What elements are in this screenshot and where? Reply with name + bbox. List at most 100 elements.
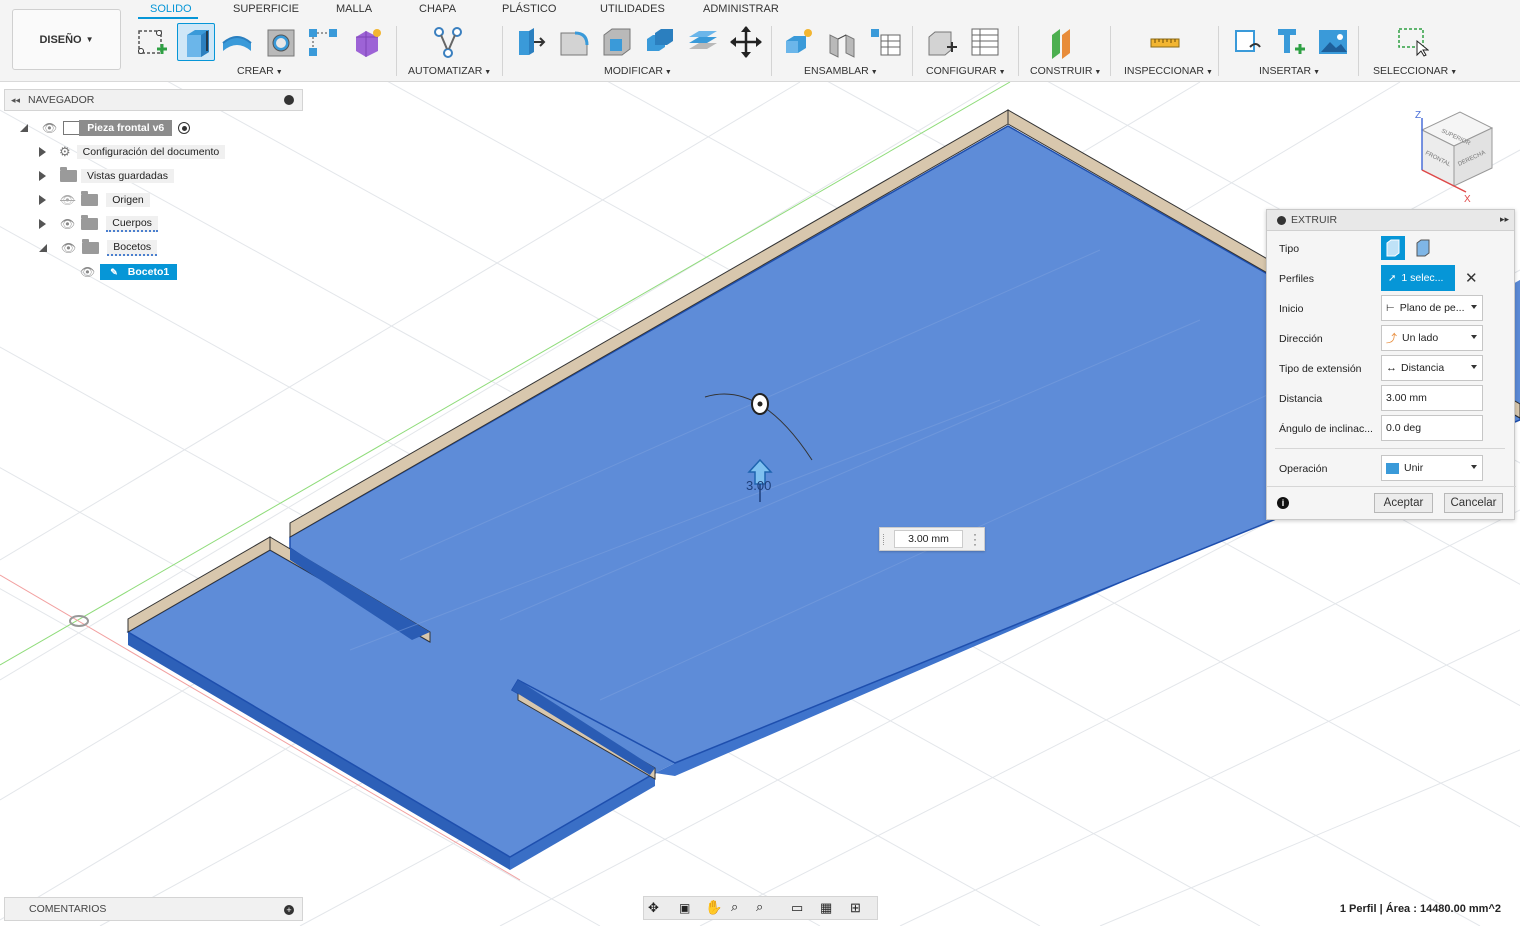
group-insertar[interactable]: INSERTAR ▼: [1259, 65, 1320, 77]
row-operacion: Operación Unir: [1267, 455, 1516, 483]
fillet-icon[interactable]: [556, 24, 592, 60]
row-label: Operación: [1279, 463, 1328, 475]
eye-icon[interactable]: 👁: [80, 265, 95, 279]
minimize-icon[interactable]: [1277, 215, 1286, 225]
tree-item-sketches[interactable]: 👁 Bocetos: [39, 239, 158, 257]
measure-icon[interactable]: [1147, 24, 1183, 60]
grid-settings-icon[interactable]: ▦: [820, 900, 832, 916]
display-settings-icon[interactable]: ▭: [791, 900, 803, 916]
navigator-title: NAVEGADOR: [28, 94, 95, 106]
tree-item-bodies[interactable]: 👁 Cuerpos: [39, 215, 158, 233]
configure-icon[interactable]: [924, 24, 960, 60]
expand-panel-icon[interactable]: ▸▸: [1500, 214, 1509, 225]
press-pull-icon[interactable]: [513, 24, 549, 60]
tree-item-document-settings[interactable]: ⚙ Configuración del documento: [39, 143, 226, 161]
look-at-icon[interactable]: ▣: [679, 901, 690, 915]
eye-icon[interactable]: 👁: [61, 241, 76, 255]
tab-malla[interactable]: MALLA: [336, 3, 372, 15]
collapse-icon[interactable]: ◂◂: [11, 95, 20, 106]
tree-item-origin[interactable]: 👁 Origen: [39, 191, 150, 209]
direction-icon: ⤴: [1386, 333, 1397, 345]
tree-item-label: Cuerpos: [106, 216, 158, 232]
separator: [1218, 26, 1219, 76]
tree-item-sketch1[interactable]: 👁 ✎ Boceto1: [80, 263, 178, 281]
group-inspeccionar[interactable]: INSPECCIONAR ▼: [1124, 65, 1213, 77]
more-options-icon[interactable]: · · ·: [973, 528, 977, 550]
solid-type-icon[interactable]: [1381, 236, 1405, 260]
comments-panel[interactable]: COMENTARIOS +: [4, 897, 303, 921]
configure-table-icon[interactable]: [967, 24, 1003, 60]
expand-icon[interactable]: [39, 219, 46, 229]
offset-plane-icon[interactable]: [1045, 24, 1081, 60]
pan-icon[interactable]: ✋: [705, 899, 722, 916]
joint-icon[interactable]: [824, 24, 860, 60]
expand-icon[interactable]: [20, 124, 28, 132]
cancel-button[interactable]: Cancelar: [1444, 493, 1503, 513]
tree-item-saved-views[interactable]: Vistas guardadas: [39, 167, 174, 185]
start-plane-icon: ⊢: [1386, 302, 1395, 314]
tab-administrar[interactable]: ADMINISTRAR: [703, 3, 779, 15]
group-configurar[interactable]: CONFIGURAR ▼: [926, 65, 1006, 77]
revolve-icon[interactable]: [219, 24, 255, 60]
fit-icon[interactable]: ⌕: [756, 899, 763, 915]
tree-item-label: Boceto1: [127, 266, 170, 278]
expand-icon[interactable]: [39, 195, 46, 205]
pattern-icon[interactable]: [305, 24, 341, 60]
replace-face-icon[interactable]: [685, 24, 721, 60]
folder-icon: [60, 167, 77, 182]
eye-hidden-icon[interactable]: 👁: [60, 193, 75, 207]
workspace-switcher[interactable]: DISEÑO ▼: [12, 9, 121, 70]
eye-icon[interactable]: 👁: [42, 121, 57, 135]
active-component-icon[interactable]: [178, 122, 191, 134]
tab-superficie[interactable]: SUPERFICIE: [233, 3, 299, 15]
group-seleccionar[interactable]: SELECCIONAR ▼: [1373, 65, 1457, 77]
zoom-icon[interactable]: ⌕: [731, 899, 738, 915]
automate-icon[interactable]: [430, 24, 466, 60]
minimize-icon[interactable]: [284, 95, 294, 105]
distance-input[interactable]: 3.00 mm: [894, 530, 963, 548]
expand-icon[interactable]: [39, 171, 46, 181]
group-crear[interactable]: CREAR ▼: [237, 65, 283, 77]
add-comment-icon[interactable]: +: [284, 905, 294, 915]
hole-icon[interactable]: [263, 24, 299, 60]
combine-icon[interactable]: [642, 24, 678, 60]
select-window-icon[interactable]: [1394, 24, 1430, 60]
tab-utilidades[interactable]: UTILIDADES: [600, 3, 665, 15]
info-icon[interactable]: i: [1277, 497, 1289, 509]
row-label: Distancia: [1279, 393, 1323, 405]
group-ensamblar[interactable]: ENSAMBLAR ▼: [804, 65, 878, 77]
form-icon[interactable]: [349, 24, 385, 60]
profiles-selection[interactable]: ➚ 1 selec...: [1381, 265, 1455, 291]
extrude-icon[interactable]: [177, 23, 215, 61]
thin-type-icon[interactable]: [1411, 236, 1435, 260]
tree-root[interactable]: 👁 Pieza frontal v6: [20, 119, 191, 137]
create-sketch-icon[interactable]: [134, 24, 170, 60]
eye-icon[interactable]: 👁: [60, 217, 75, 231]
expand-icon[interactable]: [39, 147, 46, 157]
clear-selection-icon[interactable]: ✕: [1465, 269, 1478, 287]
expand-icon[interactable]: [39, 244, 47, 252]
insert-mcmaster-icon[interactable]: [1272, 24, 1308, 60]
start-select[interactable]: ⊢ Plano de pe...: [1381, 295, 1483, 321]
taper-angle-field[interactable]: 0.0 deg: [1381, 415, 1483, 441]
shell-icon[interactable]: [599, 24, 635, 60]
insert-image-icon[interactable]: [1315, 24, 1351, 60]
tab-plastico[interactable]: PLÁSTICO: [502, 3, 556, 15]
distance-field[interactable]: 3.00 mm: [1381, 385, 1483, 411]
viewports-icon[interactable]: ⊞: [850, 900, 861, 916]
group-modificar[interactable]: MODIFICAR ▼: [604, 65, 672, 77]
new-component-icon[interactable]: [781, 24, 817, 60]
group-automatizar[interactable]: AUTOMATIZAR ▼: [408, 65, 491, 77]
group-construir[interactable]: CONSTRUIR ▼: [1030, 65, 1101, 77]
insert-derive-icon[interactable]: [1229, 24, 1265, 60]
tab-chapa[interactable]: CHAPA: [419, 3, 456, 15]
direction-select[interactable]: ⤴ Un lado: [1381, 325, 1483, 351]
extent-type-select[interactable]: ↔ Distancia: [1381, 355, 1483, 381]
move-icon[interactable]: [728, 24, 764, 60]
operation-select[interactable]: Unir: [1381, 455, 1483, 481]
ok-button[interactable]: Aceptar: [1374, 493, 1433, 513]
table-icon[interactable]: [867, 24, 903, 60]
workspace-label: DISEÑO: [39, 33, 82, 46]
orbit-icon[interactable]: ✥: [648, 900, 659, 916]
tab-solido[interactable]: SOLIDO: [150, 3, 192, 15]
